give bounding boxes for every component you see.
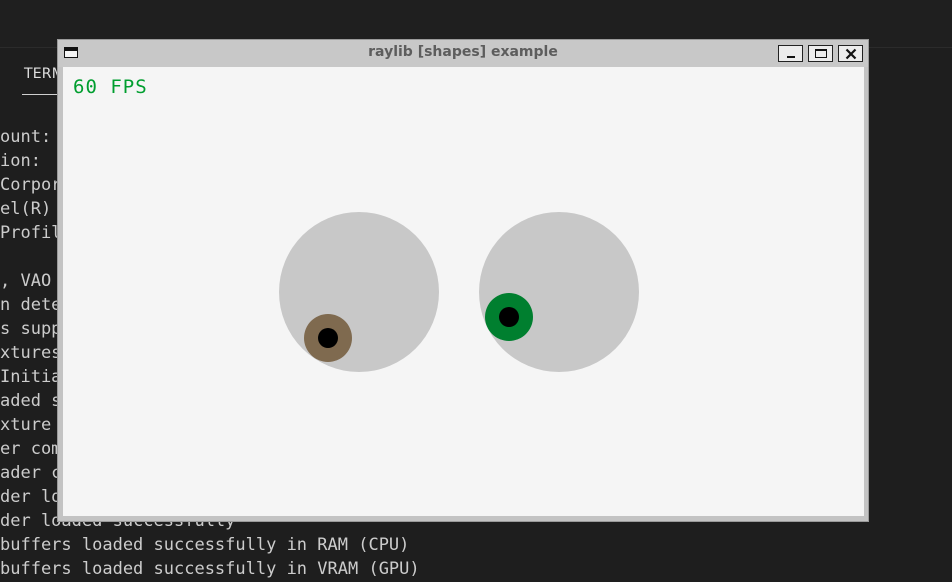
render-canvas[interactable]: 60 FPS — [63, 67, 864, 516]
maximize-button[interactable] — [808, 45, 833, 62]
terminal-line: buffers loaded successfully in VRAM (GPU… — [0, 559, 420, 579]
title-bar[interactable]: raylib [shapes] example — [58, 40, 868, 67]
close-button[interactable] — [838, 45, 863, 62]
window-title: raylib [shapes] example — [368, 44, 558, 60]
raylib-window[interactable]: raylib [shapes] example 60 FPS — [57, 39, 869, 522]
minimize-icon — [787, 56, 795, 58]
maximize-icon — [815, 49, 827, 58]
left-eye-sclera — [279, 212, 439, 372]
eyes-scene — [279, 212, 639, 372]
close-icon — [845, 48, 857, 60]
right-eye-sclera — [479, 212, 639, 372]
left-eye-pupil — [318, 328, 338, 348]
terminal-line: buffers loaded successfully in RAM (CPU) — [0, 535, 410, 555]
right-eye-pupil — [499, 307, 519, 327]
minimize-button[interactable] — [778, 45, 803, 62]
terminal-tab-indicator — [22, 94, 62, 95]
